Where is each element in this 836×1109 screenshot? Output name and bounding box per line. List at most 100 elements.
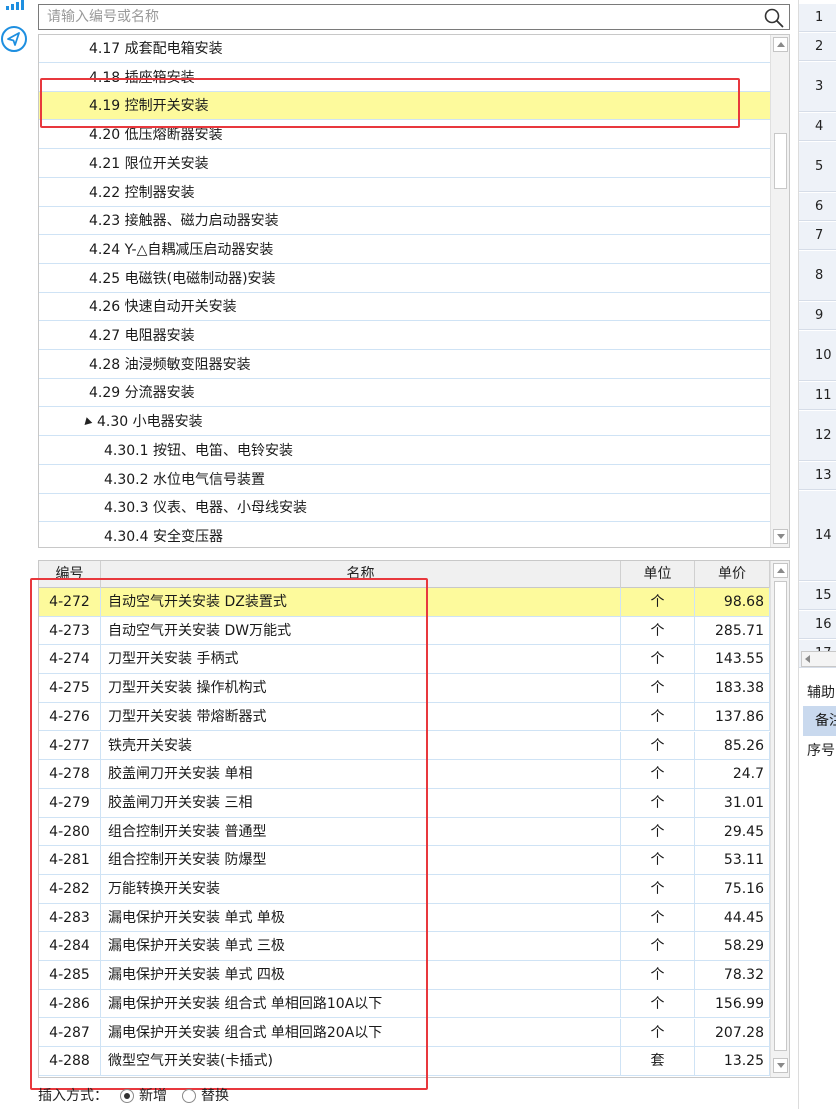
row-number[interactable]: 6 — [799, 193, 836, 221]
row-number[interactable]: 15 — [799, 582, 836, 610]
highlight-box-tree — [40, 78, 740, 128]
row-number[interactable]: 16 — [799, 611, 836, 639]
send-icon[interactable] — [1, 26, 27, 52]
tree-item[interactable]: 4.26 快速自动开关安装 — [39, 293, 770, 322]
right-panel: 1234567891011121314151617 辅助 备注 序号 — [798, 0, 836, 1109]
cell-price: 44.45 — [695, 903, 770, 932]
header-price[interactable]: 单价 — [695, 561, 770, 588]
cell-unit: 套 — [621, 1047, 695, 1076]
row-number[interactable]: 10 — [799, 331, 836, 381]
horizontal-scrollbar[interactable] — [801, 651, 836, 667]
tree-item[interactable]: 4.29 分流器安装 — [39, 379, 770, 408]
tree-item-label: 4.23 接触器、磁力启动器安装 — [89, 213, 279, 230]
row-number[interactable]: 11 — [799, 382, 836, 410]
cell-unit: 个 — [621, 645, 695, 674]
cell-price: 137.86 — [695, 702, 770, 731]
tree-item[interactable]: 4.22 控制器安装 — [39, 179, 770, 207]
row-number[interactable]: 7 — [799, 222, 836, 250]
scroll-thumb[interactable] — [774, 133, 787, 189]
radio-add-label[interactable]: 新增 — [139, 1084, 167, 1108]
scroll-down-button[interactable] — [773, 1058, 788, 1073]
cell-price: 13.25 — [695, 1047, 770, 1076]
tree-item[interactable]: 4.24 Y-△自耦减压启动器安装 — [39, 236, 770, 264]
row-number[interactable]: 2 — [799, 33, 836, 61]
tree-item[interactable]: 4.30.1 按钮、电笛、电铃安装 — [39, 437, 770, 465]
row-number[interactable]: 4 — [799, 113, 836, 141]
tree-item[interactable]: 4.21 限位开关安装 — [39, 150, 770, 178]
tree-item[interactable]: 4.30.2 水位电气信号装置 — [39, 466, 770, 494]
cell-price: 143.55 — [695, 645, 770, 674]
scroll-down-button[interactable] — [773, 529, 788, 544]
cell-price: 58.29 — [695, 932, 770, 961]
row-number[interactable]: 1 — [799, 4, 836, 32]
column-seq-header: 序号 — [807, 743, 835, 759]
scroll-up-button[interactable] — [773, 563, 788, 578]
tree-item[interactable]: 4.17 成套配电箱安装 — [39, 35, 770, 63]
tree-item-label: 4.26 快速自动开关安装 — [89, 299, 237, 316]
tree-item-label: 4.30.1 按钮、电笛、电铃安装 — [104, 442, 293, 459]
cell-unit: 个 — [621, 817, 695, 846]
tree-item[interactable]: 4.28 油浸频敏变阻器安装 — [39, 351, 770, 379]
cell-price: 24.7 — [695, 760, 770, 789]
tree-item[interactable]: 4.23 接触器、磁力启动器安装 — [39, 207, 770, 236]
tree-item-label: 4.24 Y-△自耦减压启动器安装 — [89, 241, 274, 258]
insert-mode-bar: 插入方式： 新增 替换 — [38, 1084, 229, 1108]
cell-unit: 个 — [621, 616, 695, 645]
cell-unit: 个 — [621, 731, 695, 760]
cell-price: 183.38 — [695, 674, 770, 703]
tree-item-label: 4.28 油浸频敏变阻器安装 — [89, 356, 251, 373]
cell-price: 156.99 — [695, 989, 770, 1018]
aux-panel-title: 辅助 — [807, 685, 835, 701]
radio-add[interactable] — [120, 1089, 134, 1103]
scroll-thumb[interactable] — [774, 581, 787, 1051]
cell-price: 75.16 — [695, 875, 770, 903]
cell-unit: 个 — [621, 903, 695, 932]
tree-item[interactable]: 4.30.3 仪表、电器、小母线安装 — [39, 494, 770, 523]
cell-price: 78.32 — [695, 961, 770, 990]
tree-scrollbar[interactable] — [770, 35, 789, 547]
chart-bars-icon[interactable] — [4, 0, 26, 10]
row-number[interactable]: 3 — [799, 62, 836, 112]
search-box — [38, 4, 790, 30]
tree-item[interactable]: 4.30.4 安全变压器 — [39, 523, 770, 547]
cell-unit: 个 — [621, 702, 695, 731]
search-input[interactable] — [39, 5, 759, 29]
cell-unit: 个 — [621, 932, 695, 961]
row-number[interactable]: 5 — [799, 142, 836, 192]
row-number[interactable]: 14 — [799, 491, 836, 581]
tree-item[interactable]: 4.27 电阻器安装 — [39, 322, 770, 350]
tree-item-label: 4.29 分流器安装 — [89, 385, 195, 402]
radio-replace[interactable] — [182, 1089, 196, 1103]
cell-price: 285.71 — [695, 616, 770, 645]
tree-item-label: 4.30 小电器安装 — [97, 414, 203, 431]
tree-item[interactable]: 4.25 电磁铁(电磁制动器)安装 — [39, 265, 770, 293]
cell-price: 31.01 — [695, 788, 770, 817]
row-number[interactable]: 9 — [799, 302, 836, 330]
highlight-box-table — [30, 578, 428, 1090]
left-toolbar — [0, 0, 30, 1109]
header-unit[interactable]: 单位 — [621, 561, 695, 588]
search-icon[interactable] — [763, 7, 785, 29]
cell-unit: 个 — [621, 961, 695, 990]
cell-price: 98.68 — [695, 588, 770, 616]
cell-price: 53.11 — [695, 846, 770, 875]
table-scrollbar[interactable] — [770, 561, 789, 1077]
tree-item-label: 4.21 限位开关安装 — [89, 155, 209, 172]
tab-notes[interactable]: 备注 — [803, 706, 836, 736]
row-number[interactable]: 8 — [799, 251, 836, 301]
cell-price: 207.28 — [695, 1018, 770, 1047]
cell-unit: 个 — [621, 588, 695, 616]
row-number[interactable]: 13 — [799, 462, 836, 490]
tree-item-label: 4.30.3 仪表、电器、小母线安装 — [104, 500, 307, 517]
cell-price: 85.26 — [695, 731, 770, 760]
radio-replace-label[interactable]: 替换 — [201, 1084, 229, 1108]
scroll-left-icon[interactable] — [805, 655, 810, 663]
tree-item[interactable]: 4.30 小电器安装 — [39, 408, 770, 437]
cell-unit: 个 — [621, 674, 695, 703]
cell-unit: 个 — [621, 1018, 695, 1047]
row-number[interactable]: 12 — [799, 411, 836, 461]
cell-price: 29.45 — [695, 817, 770, 846]
cell-unit: 个 — [621, 875, 695, 903]
expand-caret-icon[interactable] — [81, 417, 93, 428]
scroll-up-button[interactable] — [773, 37, 788, 52]
